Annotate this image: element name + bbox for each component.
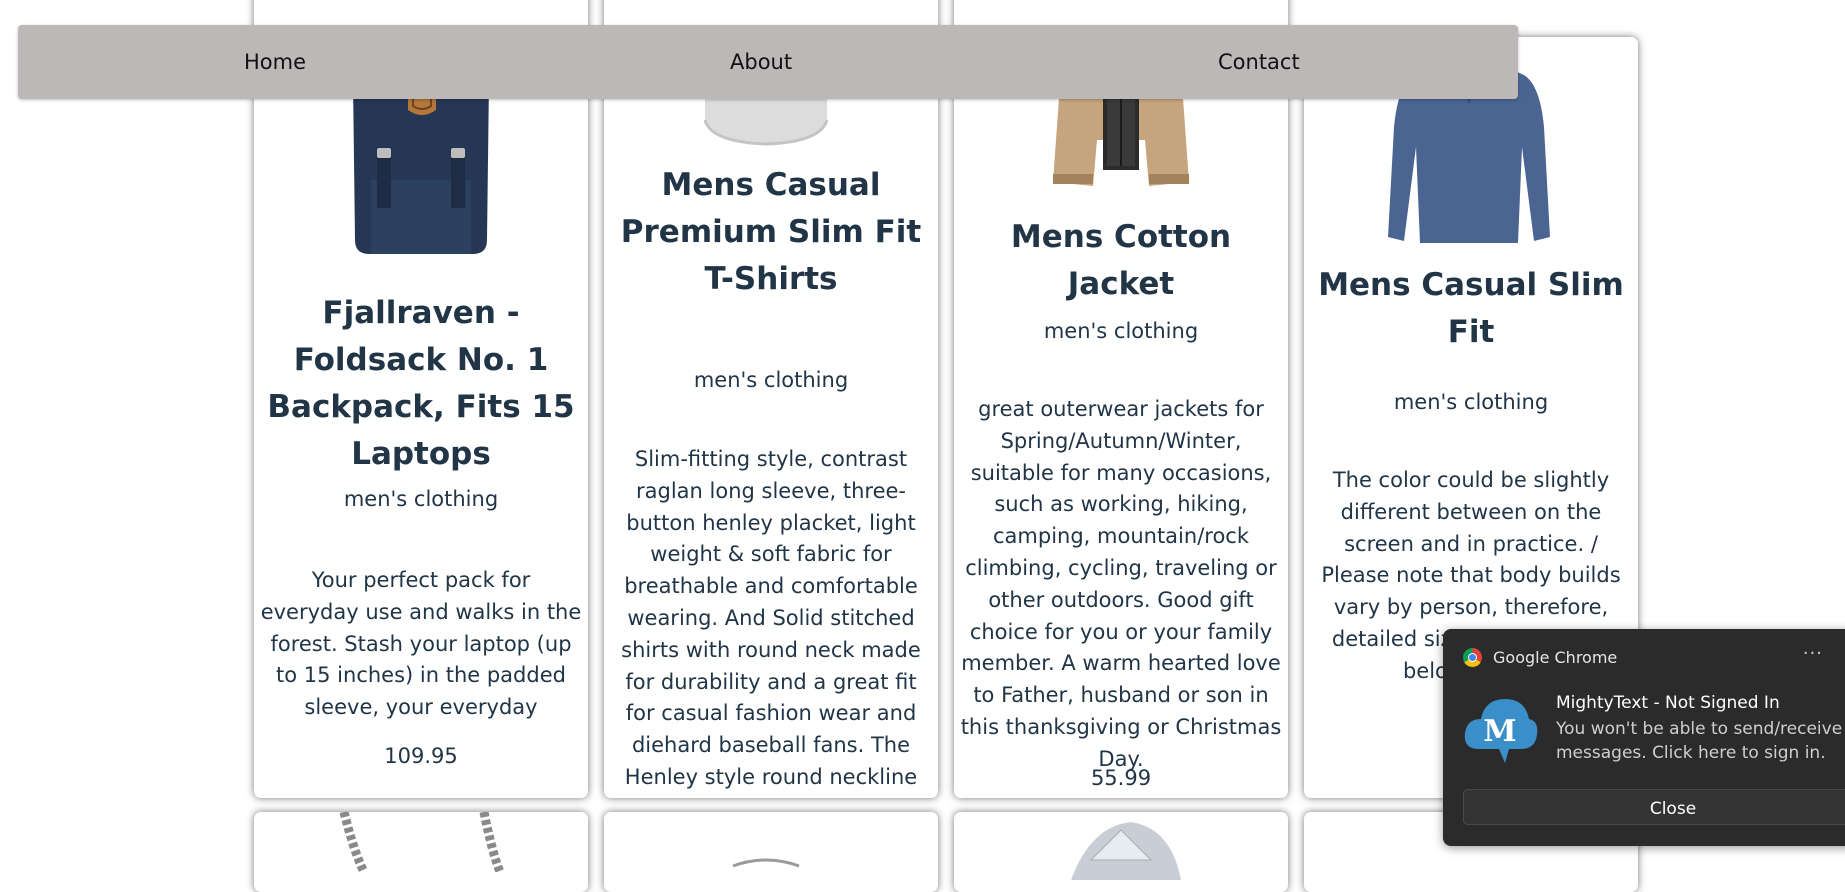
product-title: Mens Cotton Jacket (1010, 219, 1232, 302)
product-price: 109.95 (384, 744, 458, 768)
notification-body[interactable]: You won't be able to send/receive messag… (1556, 717, 1845, 765)
nav-about-link[interactable]: About (730, 25, 792, 99)
chrome-icon (1463, 647, 1482, 667)
product-card[interactable]: Fjallraven - Foldsack No. 1 Backpack, Fi… (254, 0, 588, 798)
more-options-icon[interactable]: ··· (1803, 643, 1823, 664)
product-description: Slim-fitting style, contrast raglan long… (621, 447, 921, 798)
product-title: Mens Casual Slim Fit (1318, 267, 1624, 350)
notification-app-name: Google Chrome (1493, 647, 1618, 667)
nav-contact-link[interactable]: Contact (1218, 25, 1300, 99)
mightytext-icon: M (1464, 699, 1538, 763)
product-card[interactable]: Mens Casual Premium Slim Fit T-Shirts me… (604, 0, 938, 798)
product-category: men's clothing (693, 368, 849, 392)
chrome-notification[interactable]: Google Chrome ··· M MightyText - Not Sig… (1443, 629, 1845, 846)
notification-header: Google Chrome (1463, 645, 1617, 669)
product-card[interactable] (604, 812, 938, 892)
top-navbar: Home About Contact (18, 25, 1518, 99)
notification-title: MightyText - Not Signed In (1556, 693, 1780, 713)
ring-image (732, 858, 800, 868)
bracelet-image (339, 812, 505, 872)
product-price: 55.99 (1090, 766, 1152, 790)
product-title: Fjallraven - Foldsack No. 1 Backpack, Fi… (267, 295, 575, 472)
product-description: Your perfect pack for everyday use and w… (260, 568, 582, 720)
product-description: great outerwear jackets for Spring/Autum… (960, 397, 1282, 771)
product-card[interactable]: Mens Cotton Jacket men's clothing great … (954, 0, 1288, 798)
product-category: men's clothing (1393, 390, 1549, 414)
nav-home-link[interactable]: Home (244, 25, 306, 99)
product-card[interactable] (254, 812, 588, 892)
notification-close-button[interactable]: Close (1463, 789, 1845, 825)
product-card[interactable] (954, 812, 1288, 892)
diamond-ring-image (1071, 822, 1181, 880)
product-title: Mens Casual Premium Slim Fit T-Shirts (620, 167, 922, 297)
product-category: men's clothing (343, 487, 499, 511)
mightytext-letter: M (1483, 714, 1516, 749)
product-category: men's clothing (1043, 319, 1199, 343)
